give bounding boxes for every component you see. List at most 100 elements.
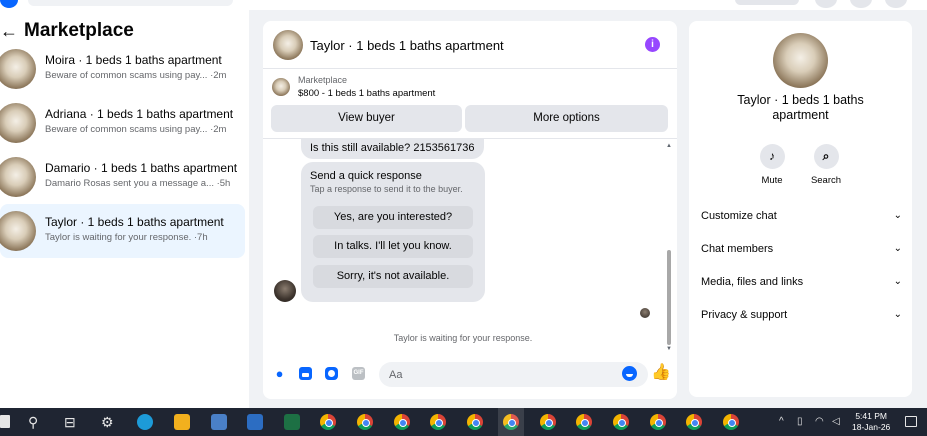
gif-icon[interactable]: GIF (352, 367, 365, 380)
marketplace-sidebar: ← Marketplace Moira · 1 beds 1 baths apa… (0, 10, 249, 408)
listing-price: $800 - 1 beds 1 baths apartment (298, 88, 436, 99)
emoji-icon[interactable] (622, 366, 637, 381)
thread-scrollbar[interactable]: ▲ ▼ (666, 143, 673, 353)
chevron-down-icon: ⌄ (893, 309, 902, 320)
conversation-item[interactable]: Damario · 1 beds 1 baths apartment Damar… (0, 150, 245, 204)
chrome-icon[interactable] (686, 414, 702, 430)
listing-thumbnail (272, 78, 290, 96)
chrome-icon[interactable] (613, 414, 629, 430)
quick-response-in-talks-button[interactable]: In talks. I'll let you know. (313, 235, 473, 258)
media-files-links-section[interactable]: Media, files and links ⌄ (701, 276, 902, 296)
profile-avatar[interactable] (885, 0, 907, 8)
chrome-icon[interactable] (576, 414, 592, 430)
back-arrow-icon[interactable]: ← (0, 21, 18, 41)
chrome-icon-active[interactable] (498, 408, 524, 436)
view-buyer-button[interactable]: View buyer (271, 105, 462, 132)
info-panel-name: Taylor · 1 beds 1 baths apartment (737, 93, 864, 122)
top-nav-strip (0, 0, 927, 10)
global-search-field[interactable] (28, 0, 233, 6)
create-button[interactable] (735, 0, 799, 5)
notification-icon[interactable] (905, 416, 917, 427)
clock-date: 18-Jan-26 (852, 422, 891, 432)
windows-taskbar: ⚲ ⊟ ⚙ ^ ▯ ◠ ◁ 5:41 PM 18-Jan-26 (0, 408, 927, 436)
chrome-icon[interactable] (394, 414, 410, 430)
scroll-thumb[interactable] (667, 250, 671, 345)
privacy-support-section[interactable]: Privacy & support ⌄ (701, 309, 902, 329)
listing-source: Marketplace (298, 75, 348, 85)
file-explorer-icon[interactable] (174, 414, 190, 430)
chrome-icon[interactable] (357, 414, 373, 430)
search-button[interactable]: ⌕ Search (806, 144, 846, 186)
chat-members-section[interactable]: Chat members ⌄ (701, 243, 902, 263)
chrome-icon[interactable] (467, 414, 483, 430)
conversation-item-selected[interactable]: Taylor · 1 beds 1 baths apartment Taylor… (0, 204, 245, 258)
start-icon[interactable] (0, 415, 10, 428)
menu-icon[interactable] (815, 0, 837, 8)
chrome-icon[interactable] (723, 414, 739, 430)
sticker-icon[interactable] (325, 367, 338, 380)
image-icon[interactable] (299, 367, 312, 380)
conversation-name: Damario · 1 beds 1 baths apartment (45, 161, 238, 175)
outlook-icon[interactable] (247, 414, 263, 430)
info-icon[interactable]: i (645, 37, 660, 52)
quick-response-card: Send a quick response Tap a response to … (301, 162, 485, 302)
chat-panel: Taylor · 1 beds 1 baths apartment i Mark… (263, 21, 677, 399)
search-label: Search (810, 175, 842, 186)
profile-avatar-large[interactable] (773, 33, 828, 88)
quick-response-yes-button[interactable]: Yes, are you interested? (313, 206, 473, 229)
chrome-icon[interactable] (320, 414, 336, 430)
wifi-icon[interactable]: ◠ (815, 416, 824, 427)
section-label: Customize chat (701, 210, 777, 222)
conversation-preview: Taylor is waiting for your response. ·7h (45, 232, 208, 243)
edge-browser-icon[interactable] (137, 414, 153, 430)
sidebar-header: ← Marketplace (0, 20, 134, 42)
chrome-icon[interactable] (540, 414, 556, 430)
settings-gear-icon[interactable]: ⚙ (101, 413, 114, 431)
conversation-item[interactable]: Adriana · 1 beds 1 baths apartment Bewar… (0, 96, 245, 150)
message-composer: ● GIF 👍 (263, 359, 677, 389)
excel-icon[interactable] (284, 414, 300, 430)
conversation-avatar (0, 49, 36, 89)
section-label: Chat members (701, 243, 774, 255)
chevron-down-icon: ⌄ (893, 243, 902, 254)
quick-response-title: Send a quick response (310, 170, 422, 182)
conversation-item[interactable]: Moira · 1 beds 1 baths apartment Beware … (0, 42, 245, 96)
conversation-info-panel: Taylor · 1 beds 1 baths apartment ♪ Mute… (689, 21, 912, 397)
search-icon: ⌕ (813, 144, 839, 169)
conversation-preview: Damario Rosas sent you a message a... ·5… (45, 178, 231, 189)
search-icon[interactable]: ⚲ (28, 413, 38, 431)
conversation-avatar (0, 103, 36, 143)
battery-icon[interactable]: ▯ (797, 416, 803, 427)
facebook-logo-icon[interactable] (0, 0, 18, 8)
scroll-up-icon[interactable]: ▲ (666, 143, 672, 149)
listing-summary[interactable]: Marketplace $800 - 1 beds 1 baths apartm… (263, 70, 677, 105)
customize-chat-section[interactable]: Customize chat ⌄ (701, 210, 902, 230)
quick-response-not-available-button[interactable]: Sorry, it's not available. (313, 265, 473, 288)
mute-button[interactable]: ♪ Mute (752, 144, 792, 186)
conversation-avatar (0, 157, 36, 197)
task-view-icon[interactable]: ⊟ (64, 413, 76, 431)
system-clock[interactable]: 5:41 PM 18-Jan-26 (852, 411, 890, 433)
conversation-name: Adriana · 1 beds 1 baths apartment (45, 107, 234, 121)
snipping-tool-icon[interactable] (211, 414, 227, 430)
scroll-down-icon[interactable]: ▼ (666, 346, 672, 352)
sender-avatar (274, 280, 296, 302)
more-options-button[interactable]: More options (465, 105, 668, 132)
chrome-icon[interactable] (430, 414, 446, 430)
chat-title[interactable]: Taylor · 1 beds 1 baths apartment (310, 38, 504, 53)
volume-icon[interactable]: ◁ (832, 416, 840, 427)
chevron-down-icon: ⌄ (893, 210, 902, 221)
like-icon[interactable]: 👍 (651, 364, 671, 381)
section-label: Media, files and links (701, 276, 804, 288)
chat-avatar[interactable] (273, 30, 303, 60)
conversation-preview: Beware of common scams using pay... ·2m (45, 124, 227, 135)
tray-expand-icon[interactable]: ^ (779, 416, 784, 427)
messenger-icon[interactable] (850, 0, 872, 8)
chat-header: Taylor · 1 beds 1 baths apartment i (263, 21, 677, 69)
message-thread[interactable]: Is this still available? 2153561736 Send… (263, 139, 677, 353)
mic-icon[interactable]: ● (273, 367, 286, 380)
quick-response-subtitle: Tap a response to send it to the buyer. (310, 184, 463, 194)
message-input[interactable] (379, 362, 648, 387)
chrome-icon[interactable] (650, 414, 666, 430)
conversation-preview: Beware of common scams using pay... ·2m (45, 70, 227, 81)
